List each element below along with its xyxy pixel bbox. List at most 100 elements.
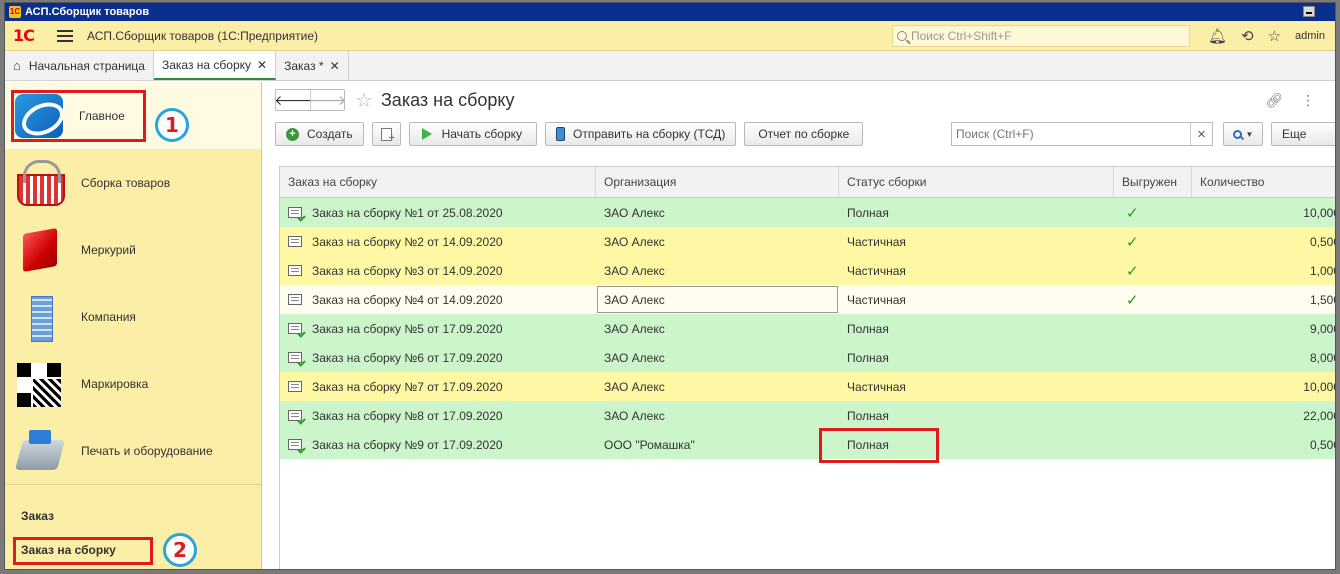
basket-icon [15,159,65,206]
table-row[interactable]: Заказ на сборку №2 от 14.09.2020 ЗАО Алек… [280,227,1335,256]
sidebar-item-mercury[interactable]: Меркурий [5,216,261,283]
sidebar-divider [5,484,261,485]
cell-status: Полная [847,205,889,220]
cell-quantity: 9,000 [1309,321,1335,336]
sidebar-section-title: Заказ [21,509,54,523]
nav-buttons: 🡐 🡒 [274,89,346,111]
document-icon [288,323,302,334]
table-row[interactable]: Заказ на сборку №7 от 17.09.2020 ЗАО Алек… [280,372,1335,401]
sidebar-item-main[interactable]: Главное [5,82,261,149]
document-icon [288,236,302,247]
tab-home[interactable]: ⌂ Начальная страница [5,51,154,80]
find-button[interactable]: ▼ [1223,122,1263,146]
clear-icon[interactable]: ✕ [1190,123,1212,145]
table-row[interactable]: Заказ на сборку №5 от 17.09.2020 ЗАО Алек… [280,314,1335,343]
tab-assembly-order[interactable]: Заказ на сборку ✕ [153,51,277,80]
back-arrow-icon[interactable]: 🡐 [274,90,312,110]
menu-icon[interactable] [57,29,73,42]
more-vertical-icon[interactable]: ⋮ [1301,92,1315,109]
logo-1c-icon: 1С [13,26,35,45]
cell-quantity: 1,000 [1309,263,1335,278]
document-icon [288,381,302,392]
column-header-status[interactable]: Статус сборки [839,167,1114,197]
document-icon [288,207,302,218]
close-icon[interactable]: ✕ [330,59,340,73]
cell-quantity: 0,500 [1309,234,1335,249]
cell-status: Частичная [847,379,906,394]
document-icon [288,294,302,305]
link-icon[interactable]: 🔗︎ [1265,92,1283,109]
cell-organization: ЗАО Алекс [604,408,665,423]
document-icon [288,410,302,421]
pos-terminal-icon [15,428,65,474]
cell-organization: ЗАО Алекс [596,285,839,314]
cell-quantity: 0,500 [1309,437,1335,452]
copy-button[interactable] [371,122,401,146]
create-button[interactable]: + Создать [275,122,364,146]
tabs-bar: ⌂ Начальная страница Заказ на сборку ✕ З… [5,51,1335,81]
column-header-order[interactable]: Заказ на сборку [280,167,596,197]
home-icon: ⌂ [13,58,21,73]
favorite-star-icon[interactable]: ☆ [355,88,373,113]
more-button[interactable]: Еще [1271,122,1335,146]
table-row[interactable]: Заказ на сборку №9 от 17.09.2020 ООО "Ром… [280,430,1335,459]
sidebar-item-assembly[interactable]: Сборка товаров [5,149,261,216]
table-row[interactable]: Заказ на сборку №3 от 14.09.2020 ЗАО Алек… [280,256,1335,285]
mobile-device-icon [556,127,566,141]
play-icon [421,128,432,140]
table-row[interactable]: Заказ на сборку №4 от 14.09.2020 ЗАО Алек… [280,285,1335,314]
cube-icon [15,227,65,273]
sidebar-item-printing[interactable]: Печать и оборудование [5,417,261,484]
cell-exported: ✓ [1114,285,1192,314]
minimize-button[interactable] [1303,6,1315,17]
tab-order[interactable]: Заказ * ✕ [276,51,349,80]
start-assembly-button[interactable]: Начать сборку [408,122,538,146]
table-row[interactable]: Заказ на сборку №1 от 25.08.2020 ЗАО Алек… [280,198,1335,227]
os-title: АСП.Сборщик товаров [25,6,150,18]
cell-organization: ЗАО Алекс [604,205,665,220]
cell-order: Заказ на сборку №4 от 14.09.2020 [280,285,596,314]
cell-order: Заказ на сборку №1 от 25.08.2020 [280,198,596,227]
favorites-star-icon[interactable]: ☆ [1268,27,1281,45]
table-row[interactable]: Заказ на сборку №8 от 17.09.2020 ЗАО Алек… [280,401,1335,430]
sidebar: Главное Сборка товаров Меркурий Компания… [5,82,262,569]
search-field[interactable]: ✕ [951,122,1213,146]
checkmark-icon: ✓ [1126,233,1139,251]
form-header: 🡐 🡒 ☆ Заказ на сборку 🔗︎ ⋮ [263,82,1335,118]
sidebar-link-assembly-order[interactable]: Заказ на сборку [21,543,116,557]
app-title: АСП.Сборщик товаров (1С:Предприятие) [87,28,319,43]
building-icon [15,294,65,342]
cell-organization: ООО "Ромашка" [604,437,695,452]
marker-1: 1 [155,108,189,142]
column-header-exported[interactable]: Выгружен [1114,167,1192,197]
cell-organization: ЗАО Алекс [604,350,665,365]
cell-exported [1114,401,1192,430]
close-icon[interactable]: ✕ [257,58,267,72]
history-icon[interactable]: ⟲ [1241,27,1254,45]
table-body: Заказ на сборку №1 от 25.08.2020 ЗАО Алек… [280,198,1335,459]
search-input[interactable] [952,123,1190,145]
chevron-down-icon: ▼ [1245,129,1254,139]
cell-order: Заказ на сборку №3 от 14.09.2020 [280,256,596,285]
cell-quantity: 10,000 [1303,205,1335,220]
main-content: 🡐 🡒 ☆ Заказ на сборку 🔗︎ ⋮ + Создать Нач… [263,82,1335,569]
page-title: Заказ на сборку [380,89,515,110]
global-search-input[interactable]: Поиск Ctrl+Shift+F [892,25,1190,47]
cell-quantity: 10,000 [1303,379,1335,394]
sidebar-item-marking[interactable]: Маркировка [5,350,261,417]
user-name[interactable]: admin [1295,30,1325,42]
column-header-quantity[interactable]: Количество [1192,167,1335,197]
cell-status: Полная [847,321,889,336]
cell-organization: ЗАО Алекс [604,263,665,278]
column-header-organization[interactable]: Организация [596,167,839,197]
send-to-tsd-button[interactable]: Отправить на сборку (ТСД) [545,122,737,146]
forward-arrow-icon[interactable]: 🡒 [309,90,346,110]
table-row[interactable]: Заказ на сборку №6 от 17.09.2020 ЗАО Алек… [280,343,1335,372]
cell-order: Заказ на сборку №7 от 17.09.2020 [280,372,596,401]
sidebar-item-company[interactable]: Компания [5,283,261,350]
toolbar: + Создать Начать сборку Отправить на сбо… [263,118,1335,150]
cell-order: Заказ на сборку №2 от 14.09.2020 [280,227,596,256]
bell-icon[interactable]: 🔔︎ [1208,27,1227,45]
document-icon [288,439,302,450]
assembly-report-button[interactable]: Отчет по сборке [744,122,864,146]
